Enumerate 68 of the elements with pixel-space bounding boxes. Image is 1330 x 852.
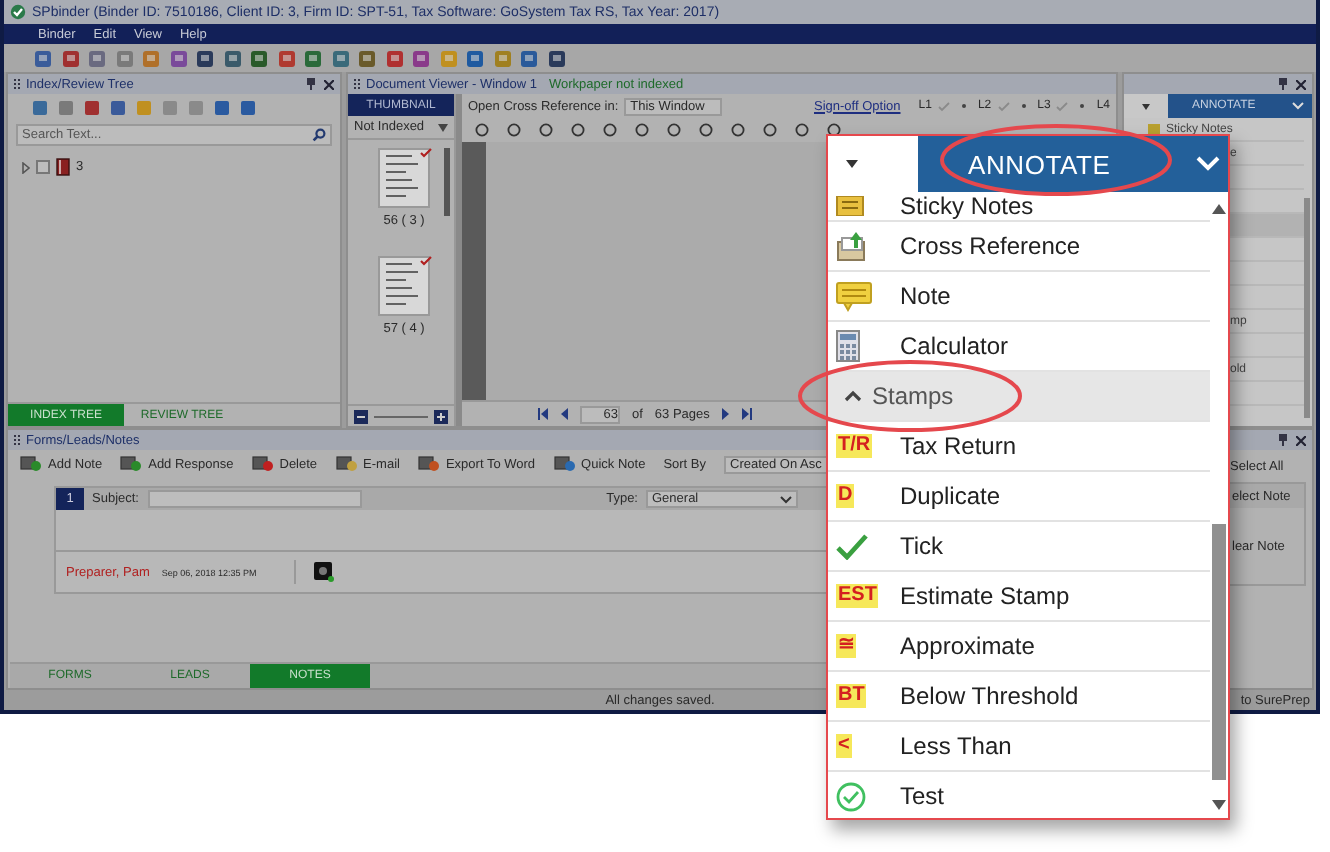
previous-page-icon[interactable] <box>560 408 568 420</box>
sticky-notes-icon <box>836 196 864 216</box>
menu-item[interactable]: ≅ Approximate <box>828 622 1210 672</box>
next-page-icon[interactable] <box>721 408 730 420</box>
caret-icon <box>1142 103 1150 109</box>
menu-item[interactable]: < Less Than <box>828 722 1210 772</box>
pin-icon[interactable] <box>306 78 316 90</box>
circle-check-icon <box>836 781 866 811</box>
calculator-icon <box>836 330 860 362</box>
note-icon <box>836 281 872 311</box>
dropdown-field[interactable] <box>1124 94 1168 118</box>
check-icon[interactable] <box>937 101 950 111</box>
stamp-icon: EST <box>836 584 879 608</box>
checkbox[interactable] <box>36 160 50 174</box>
scrollbar[interactable] <box>444 148 450 216</box>
app-logo-icon <box>10 4 26 20</box>
caret-icon <box>846 160 858 168</box>
menu-item[interactable]: Tick <box>828 522 1210 572</box>
menu-item[interactable]: Note <box>828 272 1210 322</box>
stamp-icon: BT <box>836 684 867 708</box>
close-icon[interactable] <box>1296 435 1306 445</box>
close-icon[interactable] <box>1296 79 1306 89</box>
chevron-down-icon <box>780 495 792 503</box>
menu-item[interactable]: Sticky Notes <box>828 192 1210 222</box>
stamp-icon: D <box>836 484 855 508</box>
page-thumbnail[interactable] <box>378 256 430 316</box>
zoom-in-button[interactable] <box>434 409 448 423</box>
monitor-icon <box>251 456 274 472</box>
subject-field[interactable] <box>147 490 361 508</box>
sticky-notes-icon <box>1148 123 1160 135</box>
zoom-out-button[interactable] <box>354 409 368 423</box>
check-icon[interactable] <box>1056 101 1069 111</box>
stamp-icon: < <box>836 734 852 758</box>
chevron-down-icon <box>1196 156 1220 172</box>
monitor-icon <box>417 456 440 472</box>
chevron-down-icon <box>1292 102 1304 110</box>
folder-arrow-icon <box>836 230 868 262</box>
stamp-icon: ≅ <box>836 634 856 658</box>
binder-icon <box>56 158 70 176</box>
menu-item[interactable]: T/R Tax Return <box>828 422 1210 472</box>
caret-icon <box>438 123 448 131</box>
monitor-icon <box>553 456 576 472</box>
check-icon[interactable] <box>997 101 1010 111</box>
monitor-icon <box>335 456 358 472</box>
close-icon[interactable] <box>324 79 334 89</box>
expand-icon[interactable] <box>22 161 30 173</box>
annotate-dropdown[interactable]: ANNOTATE <box>918 136 1228 192</box>
scrollbar[interactable] <box>1304 198 1310 418</box>
scrollbar-thumb[interactable] <box>1212 524 1226 780</box>
gear-icon[interactable] <box>313 562 334 582</box>
menu-item[interactable]: D Duplicate <box>828 472 1210 522</box>
stamp-icon: T/R <box>836 434 873 458</box>
page-thumbnail[interactable] <box>378 148 430 208</box>
first-page-icon[interactable] <box>538 408 548 420</box>
group-header[interactable]: Stamps <box>828 372 1210 422</box>
chevron-up-icon <box>844 390 862 402</box>
search-icon[interactable] <box>312 128 326 142</box>
monitor-icon <box>120 456 143 472</box>
pin-icon[interactable] <box>1278 434 1288 446</box>
check-icon <box>836 533 868 559</box>
menu-item[interactable]: BT Below Threshold <box>828 672 1210 722</box>
monitor-icon <box>20 456 42 472</box>
pin-icon[interactable] <box>1278 78 1288 90</box>
scroll-down-icon[interactable] <box>1212 800 1226 810</box>
menu-item[interactable]: EST Estimate Stamp <box>828 572 1210 622</box>
menu-item[interactable]: Cross Reference <box>828 222 1210 272</box>
menu-item[interactable]: Test <box>828 772 1210 818</box>
last-page-icon[interactable] <box>741 408 752 420</box>
